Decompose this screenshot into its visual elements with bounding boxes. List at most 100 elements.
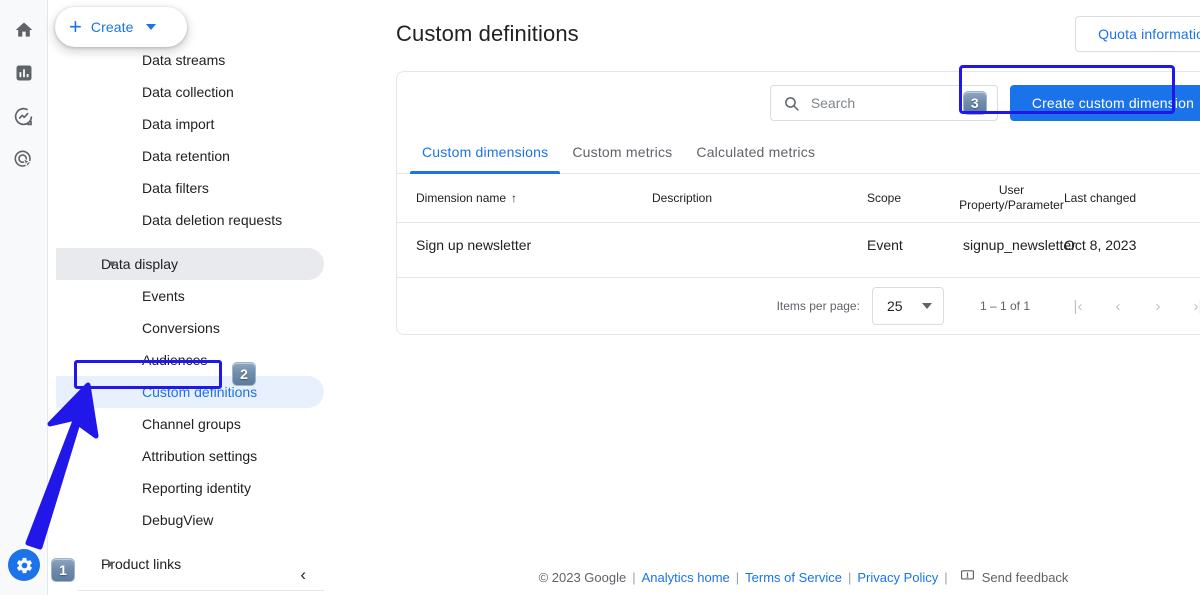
send-feedback-button[interactable]: Send feedback: [960, 568, 1069, 586]
nav-item-reporting-identity[interactable]: Reporting identity: [56, 472, 324, 504]
tab-bar: Custom dimensions Custom metrics Calcula…: [397, 134, 1200, 174]
table-header: Dimension name ↑ Description Scope User P…: [397, 174, 1200, 223]
tab-custom-dimensions[interactable]: Custom dimensions: [410, 134, 561, 174]
column-header-dimension-name[interactable]: Dimension name ↑: [397, 174, 652, 223]
annotation-badge-3: 3: [962, 91, 987, 115]
nav-item-data-import[interactable]: Data import: [56, 108, 324, 140]
chevron-down-icon: [146, 24, 157, 30]
main-content: Custom definitions Quota information 3 C…: [348, 0, 1200, 595]
plus-icon: +: [69, 14, 82, 39]
chevron-right-icon: [108, 560, 113, 568]
nav-group-product-links[interactable]: Product links: [56, 548, 324, 580]
nav-item-label: Custom definitions: [142, 384, 258, 400]
footer-separator: |: [944, 569, 948, 585]
cell-description: [652, 222, 867, 278]
nav-item-label: DebugView: [142, 512, 214, 528]
nav-item-label: Data deletion requests: [142, 212, 283, 228]
left-nav: + Create Data streams Data collection Da…: [48, 0, 348, 595]
gear-icon[interactable]: [8, 549, 40, 581]
nav-item-audiences[interactable]: Audiences: [56, 344, 324, 376]
nav-item-data-collection[interactable]: Data collection: [56, 76, 324, 108]
footer-separator: |: [735, 569, 740, 585]
nav-item-channel-groups[interactable]: Channel groups: [56, 408, 324, 440]
tab-calculated-metrics[interactable]: Calculated metrics: [684, 134, 827, 173]
table-body: Sign up newsletter Event signup_newslett…: [397, 222, 1200, 278]
page-header: Custom definitions Quota information: [348, 0, 1200, 52]
custom-definitions-card: 3 Create custom dimension Custom dimensi…: [396, 71, 1200, 335]
nav-item-label: Reporting identity: [142, 480, 251, 496]
nav-item-label: Events: [142, 288, 185, 304]
send-feedback-label: Send feedback: [981, 569, 1069, 585]
nav-item-label: Conversions: [142, 320, 220, 336]
nav-item-label: Data import: [142, 116, 215, 132]
create-button[interactable]: + Create: [55, 7, 187, 47]
last-page-button[interactable]: ›|: [1178, 286, 1200, 326]
column-header-user-property-parameter[interactable]: User Property/Parameter: [959, 174, 1064, 223]
cell-actions: [1174, 222, 1200, 278]
nav-item-label: Data streams: [142, 52, 226, 68]
pagination-bar: Items per page: 25 1 – 1 of 1 |‹ ‹ › ›|: [397, 278, 1200, 334]
create-custom-dimension-button[interactable]: Create custom dimension: [1009, 85, 1200, 121]
nav-item-attribution-settings[interactable]: Attribution settings: [56, 440, 324, 472]
nav-item-data-retention[interactable]: Data retention: [56, 140, 324, 172]
cell-scope: Event: [867, 222, 959, 278]
nav-item-label: Audiences: [142, 352, 208, 368]
nav-group-data-display[interactable]: Data display: [56, 248, 324, 280]
nav-item-label: Data retention: [142, 148, 230, 164]
footer-link-terms-of-service[interactable]: Terms of Service: [745, 570, 842, 585]
quota-information-button[interactable]: Quota information: [1075, 16, 1200, 52]
tab-custom-metrics[interactable]: Custom metrics: [560, 134, 684, 173]
nav-item-data-filters[interactable]: Data filters: [56, 172, 324, 204]
advertising-icon[interactable]: [8, 143, 40, 175]
column-header-scope[interactable]: Scope: [867, 174, 959, 223]
nav-item-conversions[interactable]: Conversions: [56, 312, 324, 344]
column-label: Dimension name: [416, 190, 507, 205]
table-row[interactable]: Sign up newsletter Event signup_newslett…: [397, 222, 1200, 278]
footer-link-analytics-home[interactable]: Analytics home: [642, 570, 730, 585]
search-input[interactable]: [810, 95, 951, 111]
column-header-last-changed[interactable]: Last changed: [1064, 174, 1174, 223]
items-per-page-value: 25: [886, 298, 903, 314]
first-page-button[interactable]: |‹: [1058, 286, 1098, 326]
page-title: Custom definitions: [396, 21, 579, 46]
cell-dimension-name: Sign up newsletter: [397, 222, 652, 278]
admin-gear-button[interactable]: [8, 549, 40, 581]
table-header-row: Dimension name ↑ Description Scope User P…: [397, 174, 1200, 223]
nav-item-custom-definitions[interactable]: Custom definitions: [56, 376, 324, 408]
nav-divider: [78, 590, 324, 591]
footer-separator: |: [847, 569, 852, 585]
column-header-actions: [1174, 174, 1200, 223]
explore-icon[interactable]: [8, 100, 40, 132]
custom-dimensions-table: Dimension name ↑ Description Scope User P…: [397, 174, 1200, 278]
items-per-page-label: Items per page:: [776, 299, 860, 313]
nav-item-events[interactable]: Events: [56, 280, 324, 312]
items-per-page-select[interactable]: 25: [871, 287, 944, 325]
chevron-down-icon: [108, 261, 116, 267]
icon-rail: [0, 0, 48, 595]
nav-item-label: Attribution settings: [142, 448, 258, 464]
card-toolbar: 3 Create custom dimension: [397, 72, 1200, 134]
footer-link-privacy-policy[interactable]: Privacy Policy: [857, 570, 938, 585]
collapse-sidebar-button[interactable]: ‹: [300, 566, 306, 583]
reports-icon[interactable]: [8, 57, 40, 89]
column-header-description[interactable]: Description: [652, 174, 867, 223]
previous-page-button[interactable]: ‹: [1098, 286, 1138, 326]
home-icon[interactable]: [8, 14, 40, 46]
feedback-icon: [960, 568, 975, 586]
nav-item-debugview[interactable]: DebugView: [56, 504, 324, 536]
next-page-button[interactable]: ›: [1138, 286, 1178, 326]
ga-admin-screen: + Create Data streams Data collection Da…: [0, 0, 1200, 595]
chevron-down-icon: [921, 303, 932, 309]
annotation-badge-1: 1: [51, 558, 75, 582]
nav-item-data-deletion-requests[interactable]: Data deletion requests: [56, 204, 324, 236]
nav-item-label: Data collection: [142, 84, 234, 100]
nav-item-data-streams[interactable]: Data streams: [56, 44, 324, 76]
page-footer: © 2023 Google | Analytics home | Terms o…: [348, 559, 1200, 595]
sort-asc-icon: ↑: [511, 190, 518, 205]
search-box[interactable]: 3: [769, 85, 998, 121]
cell-last-changed: Oct 8, 2023: [1064, 222, 1174, 278]
pagination-range: 1 – 1 of 1: [979, 299, 1030, 313]
nav-item-label: Data filters: [142, 180, 209, 196]
